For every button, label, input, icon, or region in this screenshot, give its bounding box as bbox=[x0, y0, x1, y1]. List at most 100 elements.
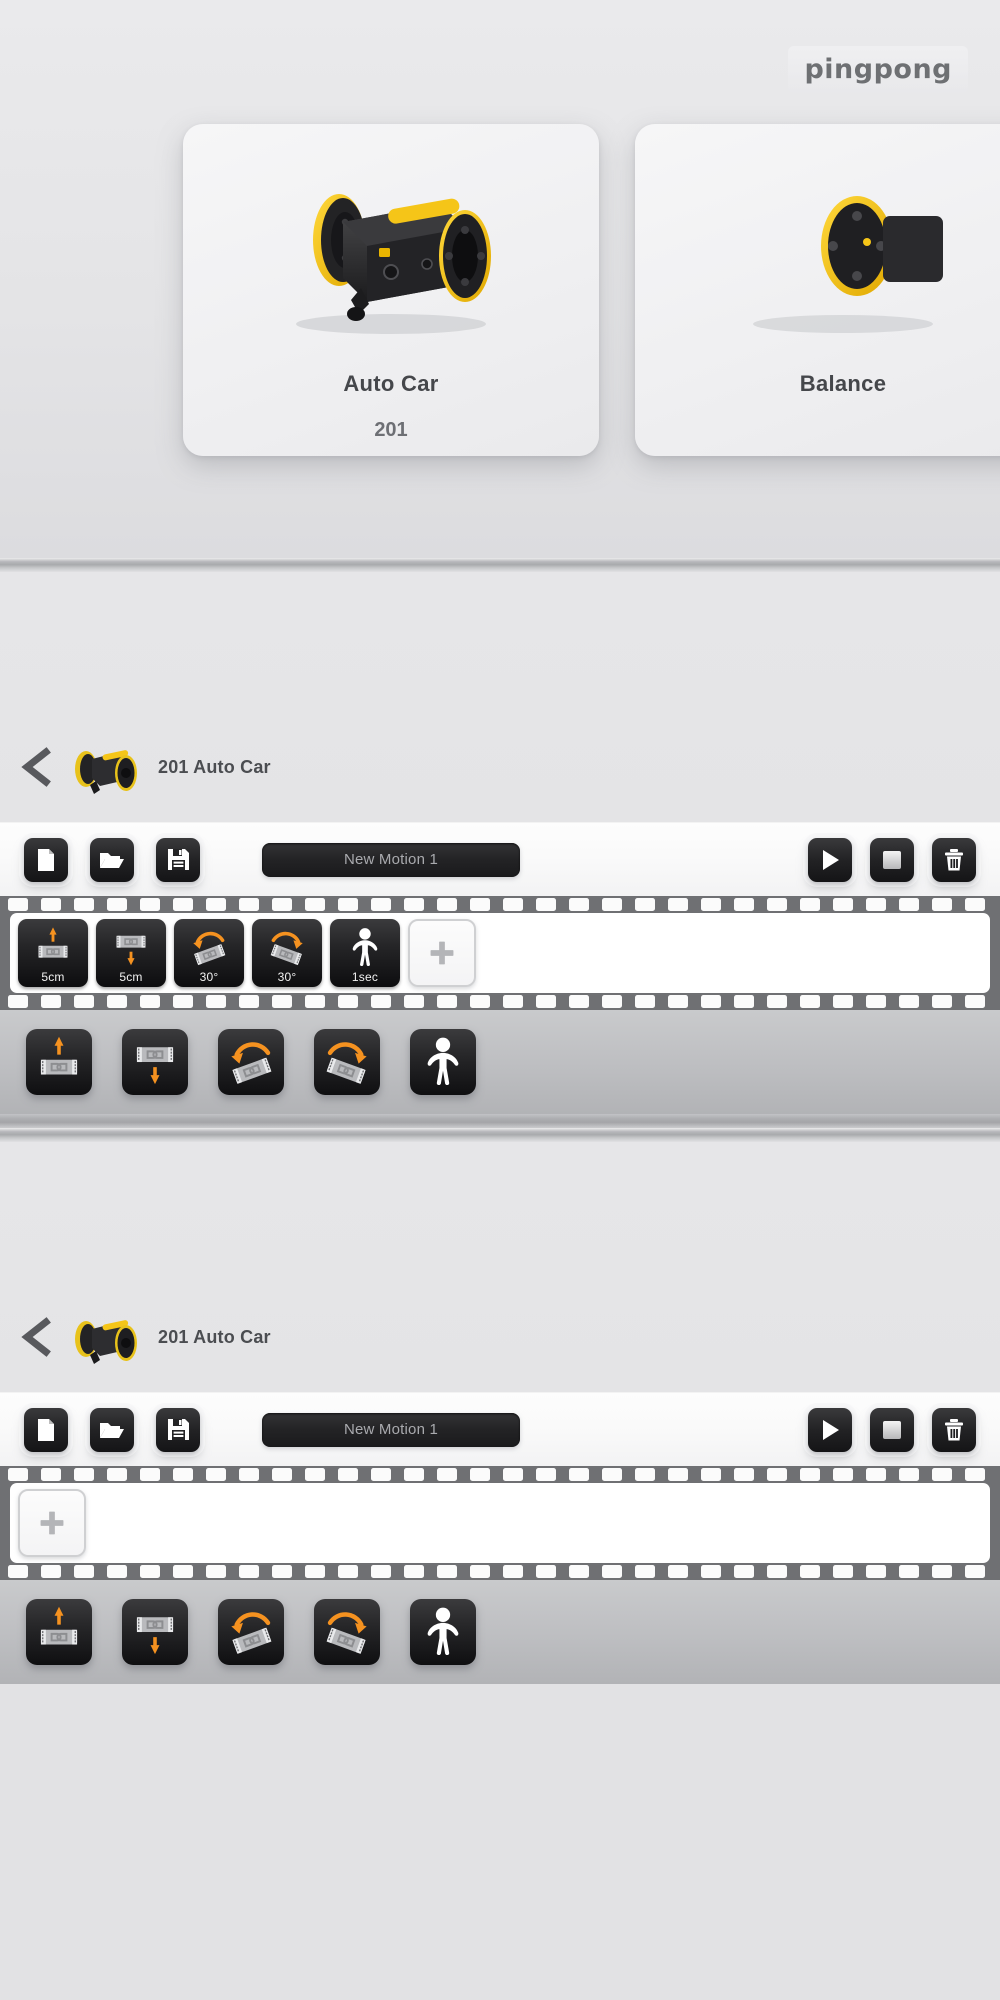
timeline-frame-label: 30° bbox=[277, 970, 297, 984]
editor-toolbar: New Motion 1 bbox=[0, 1392, 1000, 1466]
floppy-save-icon bbox=[167, 1418, 190, 1441]
trash-icon bbox=[943, 1418, 965, 1442]
balance-robot-icon bbox=[713, 164, 973, 339]
open-folder-icon bbox=[99, 1419, 125, 1441]
timeline-filmstrip: 5cm 5cm 30° 30° 1sec bbox=[0, 896, 1000, 1010]
timeline-frame-label: 30° bbox=[199, 970, 219, 984]
move-forward-icon bbox=[34, 1035, 84, 1090]
stop-icon bbox=[881, 849, 903, 871]
model-card-balance[interactable]: Balance bbox=[635, 124, 1000, 456]
editor-title: 201 Auto Car bbox=[158, 756, 271, 777]
delete-button[interactable] bbox=[932, 1407, 976, 1452]
move-backward-icon bbox=[111, 924, 151, 968]
new-file-icon bbox=[35, 848, 57, 872]
timeline-frame-label: 5cm bbox=[119, 970, 143, 984]
wait-person-icon bbox=[418, 1605, 468, 1660]
film-perforations-bottom bbox=[0, 1563, 1000, 1580]
motion-name-field[interactable]: New Motion 1 bbox=[262, 1412, 520, 1447]
plus-icon bbox=[32, 1503, 72, 1543]
model-card-auto-car[interactable]: Auto Car 201 bbox=[183, 124, 599, 456]
add-frame-button[interactable] bbox=[18, 1489, 86, 1557]
timeline-frame-label: 5cm bbox=[41, 970, 65, 984]
auto-car-robot-icon bbox=[72, 737, 142, 797]
timeline-frame-label: 1sec bbox=[351, 970, 379, 984]
add-frame-button[interactable] bbox=[408, 919, 476, 987]
editor-header: 201 Auto Car bbox=[0, 1282, 1000, 1392]
panel-bevel bbox=[0, 1114, 1000, 1128]
move-backward-icon bbox=[130, 1035, 180, 1090]
model-select-screen: pingpong Auto Car 201 Balance bbox=[0, 0, 1000, 558]
turn-left-icon bbox=[226, 1605, 276, 1660]
open-folder-button[interactable] bbox=[90, 837, 134, 882]
timeline-track[interactable]: 5cm 5cm 30° 30° 1sec bbox=[10, 913, 990, 993]
timeline-filmstrip bbox=[0, 1466, 1000, 1580]
editor-title: 201 Auto Car bbox=[158, 1326, 271, 1347]
palette-button-turn-left[interactable] bbox=[218, 1029, 284, 1095]
timeline-frame[interactable]: 5cm bbox=[96, 919, 166, 987]
turn-right-icon bbox=[322, 1605, 372, 1660]
timeline-track[interactable] bbox=[10, 1483, 990, 1563]
stop-icon bbox=[881, 1419, 903, 1441]
new-file-button[interactable] bbox=[24, 1407, 68, 1452]
play-icon bbox=[819, 848, 841, 872]
film-perforations-bottom bbox=[0, 993, 1000, 1010]
plus-icon bbox=[422, 933, 462, 973]
timeline-frame[interactable]: 5cm bbox=[18, 919, 88, 987]
play-button[interactable] bbox=[808, 837, 852, 882]
motion-editor-screen-empty: 201 Auto Car New Motion 1 bbox=[0, 1142, 1000, 1684]
new-file-button[interactable] bbox=[24, 837, 68, 882]
wait-person-icon bbox=[345, 924, 385, 968]
save-button[interactable] bbox=[156, 837, 200, 882]
turn-right-icon bbox=[267, 924, 307, 968]
trash-icon bbox=[943, 848, 965, 872]
editor-header: 201 Auto Car bbox=[0, 712, 1000, 822]
stop-button[interactable] bbox=[870, 1407, 914, 1452]
model-card-code: 201 bbox=[374, 419, 408, 441]
play-button[interactable] bbox=[808, 1407, 852, 1452]
new-file-icon bbox=[35, 1418, 57, 1442]
palette-button-wait[interactable] bbox=[410, 1029, 476, 1095]
film-perforations-top bbox=[0, 896, 1000, 913]
motion-name-field[interactable]: New Motion 1 bbox=[262, 842, 520, 877]
play-icon bbox=[819, 1418, 841, 1442]
turn-left-icon bbox=[189, 924, 229, 968]
auto-car-robot-icon bbox=[72, 1307, 142, 1367]
open-folder-button[interactable] bbox=[90, 1407, 134, 1452]
turn-left-icon bbox=[226, 1035, 276, 1090]
film-perforations-top bbox=[0, 1466, 1000, 1483]
move-forward-icon bbox=[33, 924, 73, 968]
palette-button-move-backward[interactable] bbox=[122, 1029, 188, 1095]
editor-toolbar: New Motion 1 bbox=[0, 822, 1000, 896]
motion-palette[interactable] bbox=[0, 1580, 1000, 1684]
motion-palette[interactable] bbox=[0, 1010, 1000, 1114]
model-card-carousel[interactable]: Auto Car 201 Balance bbox=[183, 124, 1000, 456]
palette-button-wait[interactable] bbox=[410, 1599, 476, 1665]
auto-car-robot-icon bbox=[261, 164, 521, 339]
palette-button-move-forward[interactable] bbox=[26, 1029, 92, 1095]
palette-button-turn-left[interactable] bbox=[218, 1599, 284, 1665]
timeline-frame[interactable]: 1sec bbox=[330, 919, 400, 987]
chevron-left-icon[interactable] bbox=[16, 1314, 58, 1360]
palette-button-move-backward[interactable] bbox=[122, 1599, 188, 1665]
model-card-title: Balance bbox=[799, 371, 887, 396]
palette-button-turn-right[interactable] bbox=[314, 1599, 380, 1665]
move-backward-icon bbox=[130, 1605, 180, 1660]
move-forward-icon bbox=[34, 1605, 84, 1660]
timeline-frame[interactable]: 30° bbox=[252, 919, 322, 987]
motion-editor-screen-filled: 201 Auto Car New Motion 1 5cm 5cm 30° 30… bbox=[0, 572, 1000, 1128]
floppy-save-icon bbox=[167, 848, 190, 871]
palette-button-turn-right[interactable] bbox=[314, 1029, 380, 1095]
screen-divider-1 bbox=[0, 558, 1000, 572]
brand-logo: pingpong bbox=[788, 46, 968, 93]
chevron-left-icon[interactable] bbox=[16, 744, 58, 790]
open-folder-icon bbox=[99, 849, 125, 871]
timeline-frame[interactable]: 30° bbox=[174, 919, 244, 987]
screen-divider-2 bbox=[0, 1128, 1000, 1142]
wait-person-icon bbox=[418, 1035, 468, 1090]
delete-button[interactable] bbox=[932, 837, 976, 882]
stop-button[interactable] bbox=[870, 837, 914, 882]
palette-button-move-forward[interactable] bbox=[26, 1599, 92, 1665]
turn-right-icon bbox=[322, 1035, 372, 1090]
model-card-title: Auto Car bbox=[343, 371, 439, 396]
save-button[interactable] bbox=[156, 1407, 200, 1452]
